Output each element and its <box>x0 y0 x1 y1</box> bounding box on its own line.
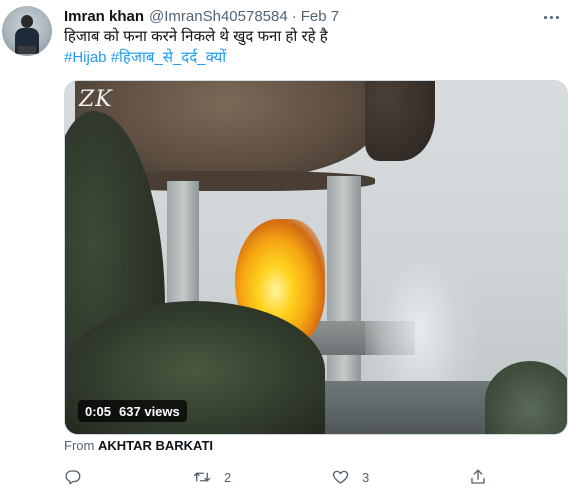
video-frame-tree <box>485 361 567 434</box>
retweet-icon <box>193 472 211 482</box>
source-prefix: From <box>64 438 95 453</box>
reply-icon <box>65 470 81 485</box>
avatar-figure-legs <box>18 46 36 54</box>
author-name[interactable]: Imran khan <box>64 8 144 25</box>
tweet-card: Imran khan @ImranSh40578584 · Feb 7 हिजा… <box>0 0 568 492</box>
video-source: From AKHTAR BARKATI <box>64 438 213 453</box>
more-options-icon[interactable] <box>540 8 562 26</box>
avatar[interactable] <box>2 6 52 56</box>
heart-icon <box>332 470 349 484</box>
hashtag-link[interactable]: #Hijab <box>64 49 107 66</box>
header-separator: · <box>291 7 297 25</box>
tweet-actions: 2 3 <box>64 466 564 488</box>
share-button[interactable] <box>469 466 487 488</box>
tweet-hashtags: #Hijab #हिजाब_से_दर्द_क्यों <box>64 48 226 68</box>
video-watermark: ZK <box>79 87 113 112</box>
retweet-button[interactable]: 2 <box>192 466 231 488</box>
retweet-count: 2 <box>224 469 232 485</box>
hashtag-link[interactable]: #हिजाब_से_दर्द_क्यों <box>111 49 226 66</box>
tweet-header: Imran khan @ImranSh40578584 · Feb 7 <box>64 6 339 26</box>
video-views: 637 views <box>119 403 180 419</box>
like-button[interactable]: 3 <box>331 466 369 488</box>
reply-button[interactable] <box>64 466 82 488</box>
video-player[interactable]: ZK 0:05 637 views <box>64 80 568 435</box>
share-icon <box>471 469 485 484</box>
avatar-figure-head <box>21 15 33 28</box>
tweet-text: हिजाब को फना करने निकले थे खुद फना हो रह… <box>64 28 328 45</box>
like-count: 3 <box>362 469 370 485</box>
tweet-date[interactable]: Feb 7 <box>301 8 339 25</box>
video-duration: 0:05 <box>85 403 112 419</box>
video-stats-overlay: 0:05 637 views <box>78 400 187 422</box>
author-handle[interactable]: @ImranSh40578584 <box>149 8 288 25</box>
source-name[interactable]: AKHTAR BARKATI <box>98 438 213 453</box>
